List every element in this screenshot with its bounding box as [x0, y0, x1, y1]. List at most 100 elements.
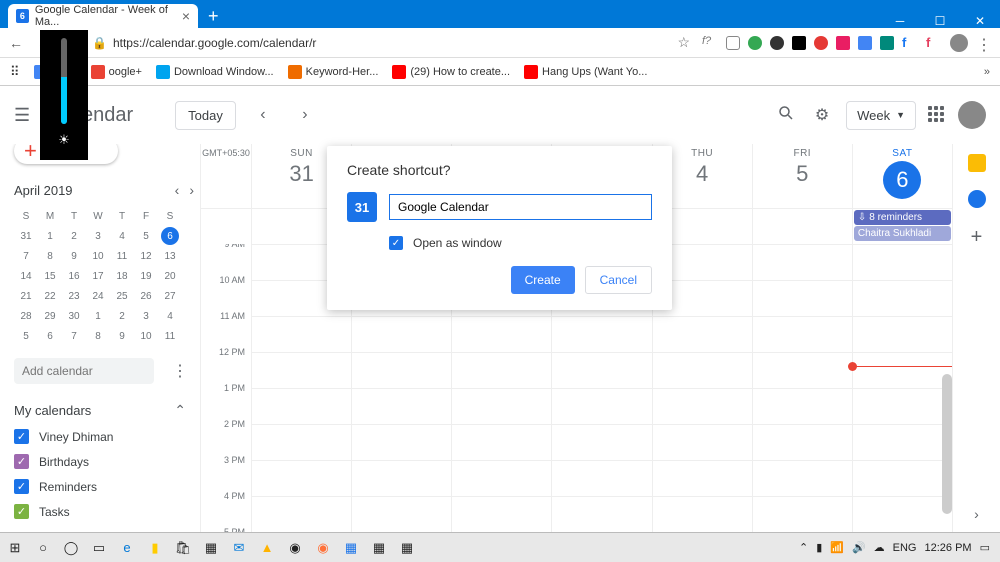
wifi-icon[interactable]: 📶 [830, 541, 844, 554]
notifications-icon[interactable]: ▭ [980, 541, 990, 554]
mini-day[interactable]: 15 [38, 266, 62, 286]
mini-day[interactable]: 3 [134, 306, 158, 326]
mini-day[interactable]: 2 [110, 306, 134, 326]
start-icon[interactable]: ⊞ [4, 537, 26, 559]
mini-day[interactable]: 8 [86, 326, 110, 346]
mini-day[interactable]: 9 [62, 246, 86, 266]
store-icon[interactable]: 🛍 [172, 537, 194, 559]
dialog-cancel-button[interactable]: Cancel [585, 266, 652, 294]
mini-day[interactable]: 24 [86, 286, 110, 306]
mini-day[interactable]: 25 [110, 286, 134, 306]
mini-day[interactable]: 9 [110, 326, 134, 346]
day-column[interactable] [752, 244, 852, 532]
google-apps-icon[interactable] [928, 106, 946, 124]
shortcut-name-input[interactable] [389, 194, 652, 220]
calendar-checkbox[interactable]: ✓ [14, 454, 29, 469]
search-icon[interactable]: ○ [32, 537, 54, 559]
settings-gear-icon[interactable]: ⚙ [810, 105, 834, 125]
mini-day[interactable]: 31 [14, 226, 38, 246]
calendar-checkbox[interactable]: ✓ [14, 429, 29, 444]
mini-day[interactable]: 26 [134, 286, 158, 306]
edge-icon[interactable]: e [116, 537, 138, 559]
brightness-overlay[interactable]: ☀ [40, 30, 88, 160]
mini-day[interactable]: 22 [38, 286, 62, 306]
tasks-icon[interactable] [968, 190, 986, 208]
mini-day[interactable]: 23 [62, 286, 86, 306]
mini-day[interactable]: 29 [38, 306, 62, 326]
mail-icon[interactable]: ✉ [228, 537, 250, 559]
browser-menu-icon[interactable]: ⋮ [976, 35, 992, 51]
ext-icon[interactable] [748, 36, 762, 50]
mini-day[interactable]: 6 [38, 326, 62, 346]
ext-icon[interactable] [858, 36, 872, 50]
mini-day[interactable]: 13 [158, 246, 182, 266]
browser-tab[interactable]: 6 Google Calendar - Week of Ma... × [8, 4, 198, 28]
calendar-item[interactable]: ✓Reminders [14, 479, 194, 494]
mini-day[interactable]: 5 [134, 226, 158, 246]
new-tab-button[interactable]: + [208, 4, 219, 28]
ext-icon[interactable] [814, 36, 828, 50]
keep-icon[interactable] [968, 154, 986, 172]
allday-slot[interactable]: ⇩8 reminders Chaitra Sukhladi [852, 209, 952, 244]
next-week-icon[interactable]: › [290, 106, 320, 124]
mini-day[interactable]: 18 [110, 266, 134, 286]
ext-icon[interactable] [836, 36, 850, 50]
mini-day[interactable]: 3 [86, 226, 110, 246]
ext-icon[interactable]: f [926, 35, 942, 51]
battery-icon[interactable]: ▮ [816, 541, 822, 554]
tray-chevron-icon[interactable]: ⌃ [799, 541, 808, 554]
open-as-window-checkbox[interactable]: ✓ [389, 236, 403, 250]
mini-day[interactable]: 11 [110, 246, 134, 266]
day-column[interactable] [852, 244, 952, 532]
bookmark-item[interactable]: oogle+ [91, 65, 142, 79]
ext-icon[interactable]: f [902, 35, 918, 51]
mini-day[interactable]: 2 [62, 226, 86, 246]
volume-icon[interactable]: 🔊 [852, 541, 866, 554]
app-icon[interactable]: ▦ [368, 537, 390, 559]
app-icon[interactable]: ▦ [200, 537, 222, 559]
mini-day[interactable]: 16 [62, 266, 86, 286]
lang-indicator[interactable]: ENG [893, 542, 917, 554]
holiday-chip[interactable]: Chaitra Sukhladi [854, 226, 951, 241]
mini-calendar[interactable]: SMTWTFS311234567891011121314151617181920… [14, 206, 194, 346]
ext-icon[interactable] [792, 36, 806, 50]
app-icon[interactable]: ▦ [340, 537, 362, 559]
bookmark-item[interactable]: (29) How to create... [392, 65, 510, 79]
ext-icon[interactable] [770, 36, 784, 50]
ext-icon[interactable] [726, 36, 740, 50]
prev-week-icon[interactable]: ‹ [248, 106, 278, 124]
app-icon[interactable]: ▲ [256, 537, 278, 559]
add-calendar-input[interactable] [14, 358, 154, 384]
allday-slot[interactable] [752, 209, 852, 244]
url-field[interactable]: 🔒 https://calendar.google.com/calendar/r [92, 36, 665, 50]
clock[interactable]: 12:26 PM [925, 542, 972, 554]
mini-day[interactable]: 7 [62, 326, 86, 346]
mini-day[interactable]: 4 [158, 306, 182, 326]
close-window-icon[interactable]: ✕ [960, 14, 1000, 28]
onedrive-icon[interactable]: ☁ [874, 541, 885, 554]
mini-day[interactable]: 10 [134, 326, 158, 346]
explorer-icon[interactable]: ▮ [144, 537, 166, 559]
mini-day[interactable]: 6 [161, 227, 179, 245]
taskview-icon[interactable]: ▭ [88, 537, 110, 559]
ext-icon[interactable] [880, 36, 894, 50]
apps-shortcut[interactable]: ⠿ [10, 64, 20, 80]
mini-day[interactable]: 4 [110, 226, 134, 246]
scrollbar[interactable] [942, 374, 952, 514]
minimize-icon[interactable]: ─ [880, 14, 920, 28]
addons-plus-icon[interactable]: + [971, 226, 983, 249]
mini-day[interactable]: 1 [38, 226, 62, 246]
mini-day[interactable]: 10 [86, 246, 110, 266]
mini-day[interactable]: 27 [158, 286, 182, 306]
mini-day[interactable]: 28 [14, 306, 38, 326]
mini-day[interactable]: 12 [134, 246, 158, 266]
mini-prev-icon[interactable]: ‹ [175, 182, 180, 198]
day-header[interactable]: SAT6 [852, 144, 952, 208]
close-tab-icon[interactable]: × [182, 8, 190, 24]
firefox-icon[interactable]: ◉ [312, 537, 334, 559]
back-icon[interactable]: ← [8, 35, 24, 51]
day-header[interactable]: FRI5 [752, 144, 852, 208]
view-switcher[interactable]: Week ▼ [846, 101, 916, 130]
calendar-item[interactable]: ✓Birthdays [14, 454, 194, 469]
mini-day[interactable]: 17 [86, 266, 110, 286]
